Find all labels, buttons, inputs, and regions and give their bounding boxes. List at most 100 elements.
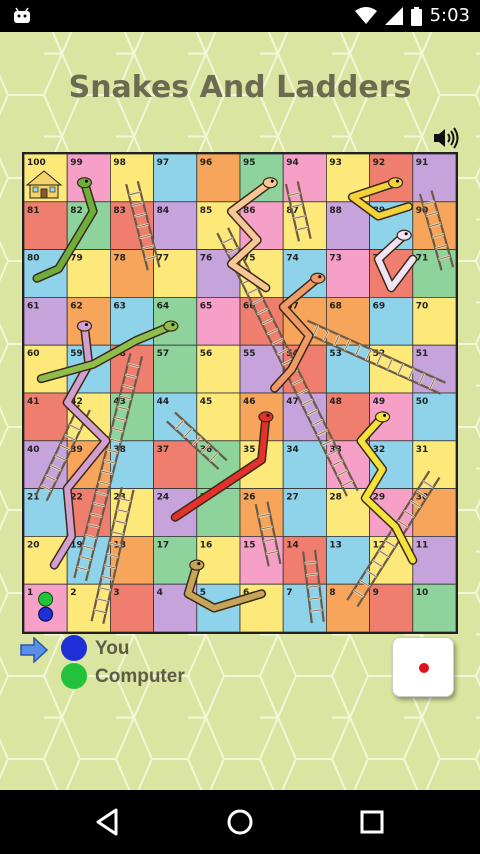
board-cell: 56 bbox=[196, 344, 241, 394]
svg-text:13: 13 bbox=[329, 540, 342, 550]
svg-text:98: 98 bbox=[113, 158, 126, 168]
svg-text:9: 9 bbox=[373, 588, 379, 598]
svg-text:28: 28 bbox=[329, 493, 342, 503]
svg-text:95: 95 bbox=[243, 158, 256, 168]
svg-text:91: 91 bbox=[416, 158, 429, 168]
svg-text:62: 62 bbox=[70, 301, 83, 311]
board-cell: 65 bbox=[196, 296, 241, 346]
svg-text:55: 55 bbox=[243, 349, 256, 359]
svg-text:11: 11 bbox=[416, 540, 429, 550]
board-cell: 84 bbox=[153, 201, 198, 250]
svg-text:41: 41 bbox=[27, 397, 40, 407]
board-cell: 92 bbox=[369, 154, 414, 203]
svg-text:2: 2 bbox=[70, 588, 76, 598]
board-cell: 8 bbox=[325, 583, 370, 632]
battery-icon bbox=[410, 6, 422, 26]
svg-text:15: 15 bbox=[243, 540, 256, 550]
board-cell: 21 bbox=[24, 488, 68, 537]
svg-text:63: 63 bbox=[113, 301, 126, 311]
back-icon[interactable] bbox=[92, 806, 124, 838]
svg-text:46: 46 bbox=[243, 397, 256, 407]
svg-text:80: 80 bbox=[27, 254, 40, 264]
board-cell: 11 bbox=[412, 535, 456, 585]
svg-text:93: 93 bbox=[329, 158, 342, 168]
svg-text:53: 53 bbox=[329, 349, 342, 359]
svg-text:17: 17 bbox=[157, 540, 170, 550]
board-cell: 16 bbox=[196, 535, 241, 585]
board-cell: 27 bbox=[282, 488, 327, 537]
board-cell: 79 bbox=[66, 249, 111, 298]
svg-text:92: 92 bbox=[373, 158, 386, 168]
board-cell: 69 bbox=[369, 296, 414, 346]
svg-text:88: 88 bbox=[329, 206, 342, 216]
wifi-icon bbox=[354, 7, 377, 24]
turn-arrow-icon bbox=[20, 637, 48, 663]
svg-text:24: 24 bbox=[157, 493, 170, 503]
svg-text:76: 76 bbox=[200, 254, 213, 264]
svg-text:4: 4 bbox=[157, 588, 163, 598]
board-cell: 97 bbox=[153, 154, 198, 203]
svg-text:56: 56 bbox=[200, 349, 213, 359]
navigation-bar bbox=[0, 790, 480, 854]
svg-text:51: 51 bbox=[416, 349, 429, 359]
svg-text:71: 71 bbox=[416, 254, 429, 264]
board-cell: 31 bbox=[412, 440, 456, 489]
player-you-label: You bbox=[95, 638, 130, 659]
board-cell: 64 bbox=[153, 296, 198, 346]
page-title: Snakes And Ladders bbox=[68, 70, 412, 105]
board-cell: 38 bbox=[110, 440, 155, 489]
svg-text:96: 96 bbox=[200, 158, 213, 168]
svg-text:14: 14 bbox=[286, 540, 299, 550]
board-cell: 2 bbox=[66, 583, 111, 632]
svg-text:27: 27 bbox=[286, 493, 299, 503]
player-computer-label: Computer bbox=[95, 666, 185, 687]
svg-text:84: 84 bbox=[157, 206, 170, 216]
svg-text:45: 45 bbox=[200, 397, 213, 407]
svg-text:99: 99 bbox=[70, 158, 83, 168]
game-screen: Snakes And Ladders 100 99 98 97 96 95 94 93 92 91… bbox=[0, 32, 480, 790]
recents-icon[interactable] bbox=[356, 806, 388, 838]
player-computer-token bbox=[61, 663, 87, 689]
svg-text:85: 85 bbox=[200, 206, 213, 216]
svg-text:8: 8 bbox=[329, 588, 335, 598]
svg-text:20: 20 bbox=[27, 540, 40, 550]
sound-icon[interactable] bbox=[432, 126, 460, 150]
svg-text:79: 79 bbox=[70, 254, 83, 264]
svg-text:68: 68 bbox=[329, 301, 342, 311]
board-cell: 50 bbox=[412, 392, 456, 442]
board-cell: 3 bbox=[110, 583, 155, 632]
status-bar: 5:03 bbox=[0, 0, 480, 32]
svg-text:74: 74 bbox=[286, 254, 299, 264]
svg-text:40: 40 bbox=[27, 445, 40, 455]
svg-text:50: 50 bbox=[416, 397, 429, 407]
svg-text:78: 78 bbox=[113, 254, 126, 264]
board-cell: 45 bbox=[196, 392, 241, 442]
dice-button[interactable] bbox=[392, 637, 454, 697]
svg-text:34: 34 bbox=[286, 445, 299, 455]
signal-icon bbox=[384, 7, 403, 25]
svg-text:86: 86 bbox=[243, 206, 256, 216]
board-cell: 10 bbox=[412, 583, 456, 632]
svg-text:47: 47 bbox=[286, 397, 299, 407]
player-you-token bbox=[61, 635, 87, 661]
svg-text:65: 65 bbox=[200, 301, 213, 311]
board-cell: 34 bbox=[282, 440, 327, 489]
svg-text:37: 37 bbox=[157, 445, 170, 455]
board-cell: 96 bbox=[196, 154, 241, 203]
svg-text:81: 81 bbox=[27, 206, 40, 216]
svg-text:10: 10 bbox=[416, 588, 429, 598]
svg-text:49: 49 bbox=[373, 397, 386, 407]
board-cell: 73 bbox=[325, 249, 370, 298]
board-cell: 77 bbox=[153, 249, 198, 298]
board-cell: 40 bbox=[24, 440, 68, 489]
svg-text:3: 3 bbox=[113, 588, 119, 598]
home-icon[interactable] bbox=[224, 806, 256, 838]
board-cell: 57 bbox=[153, 344, 198, 394]
svg-text:26: 26 bbox=[243, 493, 256, 503]
svg-text:69: 69 bbox=[373, 301, 386, 311]
svg-text:1: 1 bbox=[27, 588, 33, 598]
svg-text:16: 16 bbox=[200, 540, 213, 550]
board-cell: 61 bbox=[24, 296, 68, 346]
svg-text:31: 31 bbox=[416, 445, 429, 455]
svg-text:97: 97 bbox=[157, 158, 170, 168]
